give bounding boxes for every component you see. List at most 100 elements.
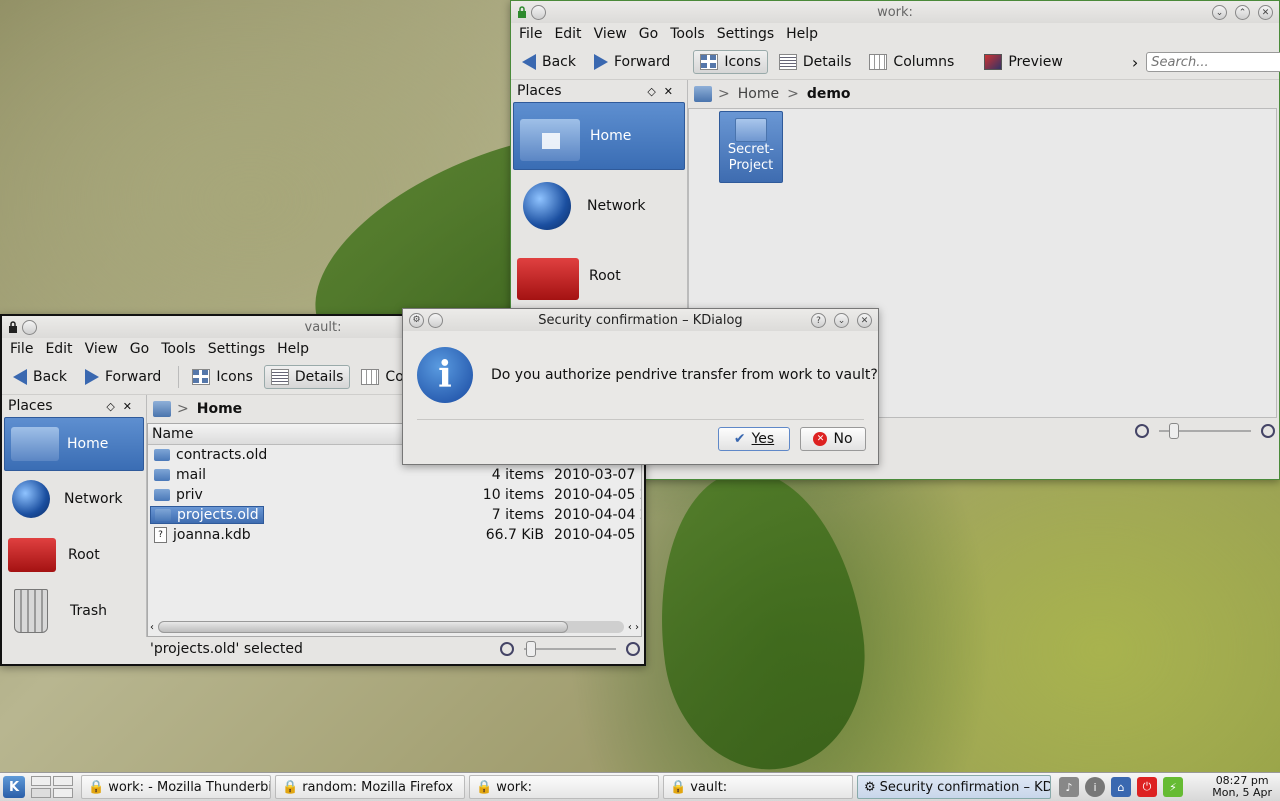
kde-menu-icon[interactable]: K [3,776,25,798]
system-tray: ♪ i ⌂ ⏻ ⚡ [1059,777,1189,797]
checkmark-icon: ✔ [733,431,746,447]
breadcrumb-current[interactable]: demo [807,86,851,102]
zoom-out-icon[interactable] [1135,424,1149,438]
zoom-out-icon[interactable] [500,642,514,656]
places-item-network[interactable]: Network [2,471,146,527]
globe-icon [12,480,50,518]
menu-file[interactable]: File [515,26,550,42]
zoom-slider[interactable] [1159,423,1251,439]
volume-icon[interactable]: ♪ [1059,777,1079,797]
scrollbar-thumb[interactable] [158,621,568,633]
pin-button[interactable] [428,312,443,328]
zoom-in-icon[interactable] [626,642,640,656]
home-icon[interactable] [694,86,712,102]
zoom-slider[interactable] [524,641,616,657]
back-button[interactable]: Back [6,365,74,389]
lock-icon [9,321,17,333]
icons-view-button[interactable]: Icons [693,50,768,74]
dialog-titlebar[interactable]: ⚙ Security confirmation – KDialog ? ⌄ ✕ [403,309,878,331]
preview-button[interactable]: Preview [977,50,1070,74]
home-icon[interactable] [153,401,171,417]
zoom-in-icon[interactable] [1261,424,1275,438]
places-item-root[interactable]: Root [2,527,146,583]
table-row[interactable]: mail 4 items 2010-03-07 [148,465,641,485]
pin-button[interactable] [531,4,546,20]
pager[interactable] [31,776,73,798]
help-button[interactable]: ? [811,313,826,328]
folder-icon [154,489,170,501]
info-tray-icon[interactable]: i [1085,777,1105,797]
toolbar-overflow-button[interactable]: › [1132,53,1138,72]
details-view-button[interactable]: Details [263,365,351,389]
task-work[interactable]: 🔒 work: [469,775,659,799]
task-security-dialog[interactable]: ⚙ Security confirmation – KD [857,775,1051,799]
places-item-root[interactable]: Root [511,242,687,310]
menu-go[interactable]: Go [635,26,666,42]
close-button[interactable]: ✕ [1258,5,1273,20]
table-row[interactable]: priv 10 items 2010-04-05 2 [148,485,641,505]
menu-tools[interactable]: Tools [157,341,204,357]
lock-icon: 🔒 [670,779,687,795]
places-header: Places ◇✕ [517,83,681,99]
places-close-icon[interactable]: ✕ [123,400,140,413]
file-size: 4 items [491,467,544,483]
power-icon[interactable]: ⏻ [1137,777,1157,797]
red-folder-icon [517,252,579,300]
close-button[interactable]: ✕ [857,313,872,328]
lock-icon: 🔒 [476,779,493,795]
arrow-right-icon [594,54,608,70]
menu-go[interactable]: Go [126,341,157,357]
clock[interactable]: 08:27 pm Mon, 5 Apr [1212,775,1272,799]
unknown-file-icon: ? [154,527,167,543]
task-thunderbird[interactable]: 🔒 work: - Mozilla Thunderbi [81,775,271,799]
maximize-button[interactable]: ⌃ [1235,5,1250,20]
places-item-trash[interactable]: Trash [2,583,146,639]
menu-settings[interactable]: Settings [713,26,782,42]
menu-edit[interactable]: Edit [550,26,589,42]
task-firefox[interactable]: 🔒 random: Mozilla Firefox [275,775,465,799]
yes-button[interactable]: ✔ Yes [718,427,790,451]
back-button[interactable]: Back [515,50,583,74]
no-button[interactable]: ✕ No [800,427,866,451]
table-row[interactable]: projects.old 7 items 2010-04-04 2 [148,505,641,525]
menu-tools[interactable]: Tools [666,26,713,42]
places-float-icon[interactable]: ◇ [106,400,122,413]
forward-button[interactable]: Forward [78,365,168,389]
menu-help[interactable]: Help [782,26,826,42]
columns-view-button[interactable]: Columns [862,50,961,74]
details-view-icon [778,54,797,70]
places-float-icon[interactable]: ◇ [647,85,663,98]
search-input[interactable] [1146,52,1280,72]
battery-icon[interactable]: ⚡ [1163,777,1183,797]
menu-help[interactable]: Help [273,341,317,357]
work-titlebar[interactable]: work: ⌄ ⌃ ✕ [511,1,1279,23]
menu-view[interactable]: View [590,26,635,42]
folder-item-secret-project[interactable]: Secret- Project [719,111,783,183]
places-item-home[interactable]: Home [513,102,685,170]
pin-button[interactable] [22,319,37,335]
breadcrumb-current[interactable]: Home [197,401,242,417]
minimize-button[interactable]: ⌄ [1212,5,1227,20]
menu-edit[interactable]: Edit [41,341,80,357]
lock-icon [518,6,526,18]
table-row[interactable]: ? joanna.kdb 66.7 KiB 2010-04-05 1 [148,525,641,545]
dialog-menu-gear-icon[interactable]: ⚙ [409,312,424,328]
task-vault[interactable]: 🔒 vault: [663,775,853,799]
menu-file[interactable]: File [6,341,41,357]
minimize-button[interactable]: ⌄ [834,313,849,328]
places-close-icon[interactable]: ✕ [664,85,681,98]
network-lock-icon[interactable]: ⌂ [1111,777,1131,797]
work-breadcrumb: > Home > demo [688,80,1279,108]
horizontal-scrollbar[interactable]: ‹ ‹ › [150,620,639,634]
folder-icon [154,469,170,481]
gear-icon: ⚙ [864,779,876,795]
breadcrumb-home[interactable]: Home [738,86,779,102]
details-view-button[interactable]: Details [772,50,859,74]
places-item-network[interactable]: Network [511,170,687,242]
icons-view-button[interactable]: Icons [185,365,260,389]
icons-view-icon [700,54,719,70]
forward-button[interactable]: Forward [587,50,677,74]
places-item-home[interactable]: Home [4,417,144,471]
menu-settings[interactable]: Settings [204,341,273,357]
menu-view[interactable]: View [81,341,126,357]
